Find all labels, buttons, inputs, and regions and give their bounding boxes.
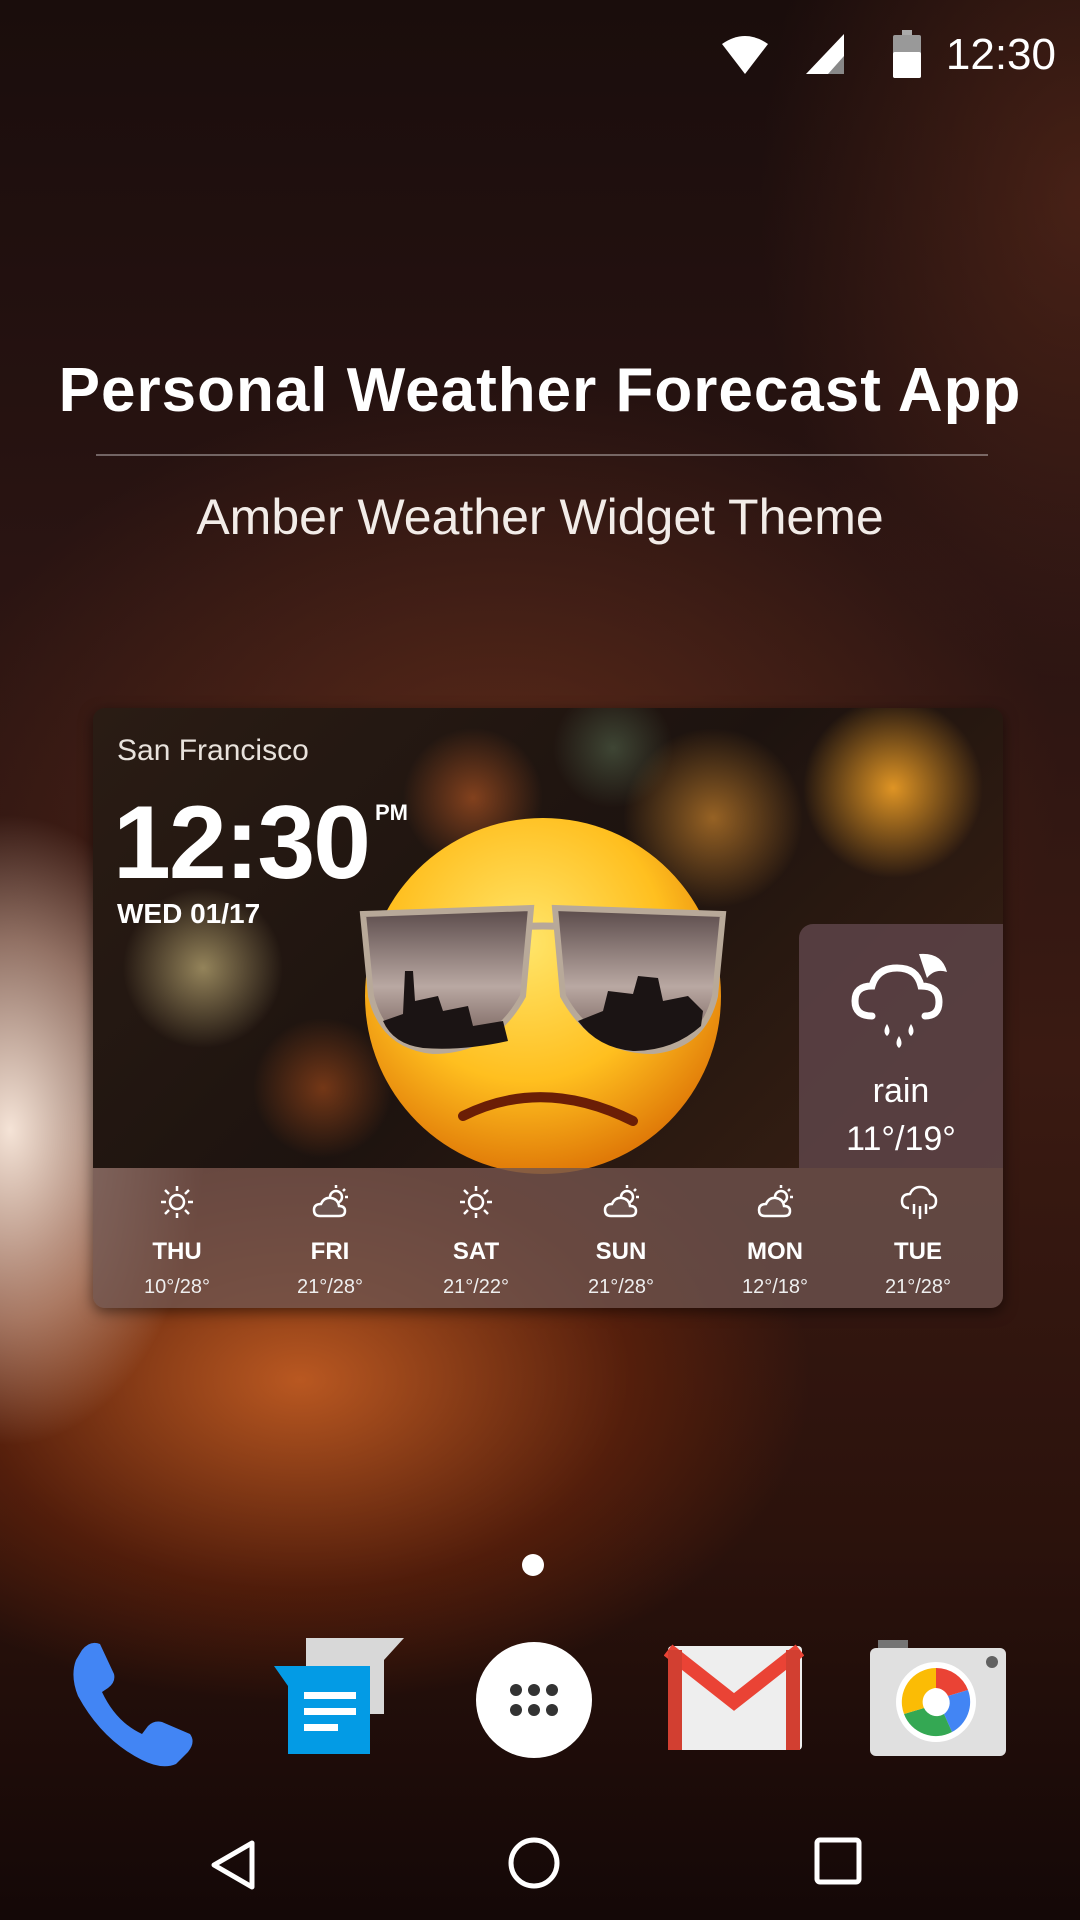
forecast-day[interactable]: TUE 21°/28° xyxy=(843,1168,993,1308)
sun-icon xyxy=(161,1186,193,1218)
promo-subtitle: Amber Weather Widget Theme xyxy=(196,489,884,545)
forecast-day-name: FRI xyxy=(310,1238,350,1265)
page-indicator-dot xyxy=(522,1554,544,1576)
forecast-day-temps: 21°/28° xyxy=(884,1276,952,1298)
widget-time[interactable]: 12:30 xyxy=(113,784,371,903)
promo-title: Personal Weather Forecast App xyxy=(58,356,1022,425)
weather-widget[interactable]: San Francisco 12:30 PM WED 01/17 rain 11… xyxy=(93,708,1003,1308)
forecast-day-temps: 10°/28° xyxy=(143,1276,211,1298)
sun-icon xyxy=(460,1186,492,1218)
home-icon[interactable] xyxy=(506,1835,562,1891)
rain-cloud-moon-icon xyxy=(851,953,947,1048)
camera-app-icon xyxy=(870,1640,1006,1756)
rain-icon xyxy=(900,1185,938,1219)
messages-app-icon xyxy=(274,1638,404,1754)
forecast-day-name: SAT xyxy=(452,1238,500,1265)
partly-cloudy-icon xyxy=(757,1185,793,1218)
cell-signal-icon xyxy=(806,34,844,74)
forecast-day[interactable]: SUN 21°/28° xyxy=(546,1168,696,1308)
forecast-day-temps: 21°/22° xyxy=(442,1276,510,1298)
forecast-day-name: THU xyxy=(152,1238,202,1265)
forecast-day[interactable]: THU 10°/28° xyxy=(102,1168,252,1308)
sunglasses-emoji-icon xyxy=(359,818,727,1174)
forecast-day[interactable]: SAT 21°/22° xyxy=(401,1168,551,1308)
partly-cloudy-icon xyxy=(603,1185,639,1218)
camera-app-button[interactable] xyxy=(868,1630,1008,1770)
messages-app-button[interactable] xyxy=(266,1630,406,1770)
app-drawer-button[interactable] xyxy=(464,1630,604,1770)
forecast-day-name: MON xyxy=(747,1238,803,1265)
current-temp-range: 11°/19° xyxy=(846,1120,956,1158)
forecast-day[interactable]: MON 12°/18° xyxy=(700,1168,850,1308)
forecast-day-name: TUE xyxy=(894,1238,942,1265)
gmail-app-button[interactable] xyxy=(663,1630,805,1770)
forecast-day[interactable]: FRI 21°/28° xyxy=(255,1168,405,1308)
forecast-day-temps: 12°/18° xyxy=(741,1276,809,1298)
battery-icon xyxy=(893,30,921,78)
back-icon[interactable] xyxy=(206,1837,262,1893)
phone-app-icon xyxy=(73,1642,193,1767)
wifi-icon xyxy=(722,36,768,74)
phone-app-button[interactable] xyxy=(62,1630,202,1770)
current-weather-panel[interactable]: rain 11°/19° xyxy=(799,924,1003,1168)
forecast-strip: THU 10°/28° FRI 21°/28° SAT 21°/22° SUN … xyxy=(93,1168,1003,1308)
widget-city[interactable]: San Francisco xyxy=(117,734,309,768)
app-drawer-icon xyxy=(476,1642,592,1758)
widget-date[interactable]: WED 01/17 xyxy=(117,898,260,930)
recents-icon[interactable] xyxy=(814,1837,862,1885)
status-bar: 12:30 xyxy=(0,0,1080,110)
current-condition: rain xyxy=(872,1072,930,1110)
navigation-bar xyxy=(0,1815,1080,1920)
forecast-day-temps: 21°/28° xyxy=(587,1276,655,1298)
status-clock: 12:30 xyxy=(945,30,1056,79)
partly-cloudy-icon xyxy=(312,1185,348,1218)
gmail-app-icon xyxy=(663,1644,805,1750)
divider xyxy=(96,454,988,456)
forecast-day-name: SUN xyxy=(595,1238,647,1265)
forecast-day-temps: 21°/28° xyxy=(296,1276,364,1298)
